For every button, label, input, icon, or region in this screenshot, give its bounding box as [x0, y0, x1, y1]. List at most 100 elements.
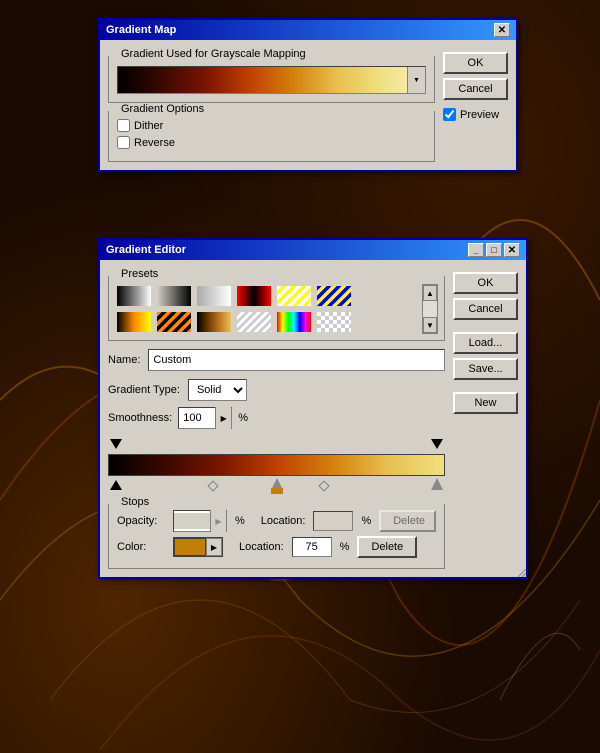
title-bar-buttons: ✕	[494, 23, 510, 37]
preset-item[interactable]	[235, 284, 273, 308]
name-label: Name:	[108, 354, 140, 366]
opacity-input	[174, 513, 210, 529]
gradient-editor-dialog: Gradient Editor _ □ ✕ Presets	[98, 238, 528, 579]
maximize-icon: □	[491, 245, 496, 255]
preset-item[interactable]	[115, 284, 153, 308]
gradient-map-title: Gradient Map	[106, 24, 176, 36]
color-stop-mid-swatch	[271, 488, 283, 494]
gradient-editor-title: Gradient Editor	[106, 244, 186, 256]
opacity-location-input	[313, 511, 353, 531]
color-location-percent: %	[340, 541, 350, 553]
gradient-dropdown-btn[interactable]: ▼	[407, 67, 425, 93]
color-swatch-box: ▶	[173, 537, 223, 557]
smoothness-label: Smoothness:	[108, 412, 172, 424]
gradient-options-label: Gradient Options	[117, 103, 208, 115]
opacity-input-box: ▶	[173, 510, 227, 532]
opacity-percent: %	[235, 515, 245, 527]
preview-label: Preview	[460, 109, 499, 121]
preset-item[interactable]	[315, 284, 353, 308]
editor-ok-button[interactable]: OK	[453, 272, 518, 294]
editor-title-buttons: _ □ ✕	[468, 243, 520, 257]
color-delete-button[interactable]: Delete	[357, 536, 417, 558]
color-location-input[interactable]	[292, 537, 332, 557]
gradient-options-group: Gradient Options Dither Reverse	[108, 111, 435, 162]
gradient-used-label: Gradient Used for Grayscale Mapping	[117, 48, 310, 60]
smoothness-row: Smoothness: ▶ %	[108, 407, 445, 429]
presets-grid	[115, 284, 420, 334]
color-stops-bar	[108, 476, 445, 496]
gradient-editor-title-bar: Gradient Editor _ □ ✕	[100, 240, 526, 260]
color-stop-black[interactable]	[110, 480, 122, 490]
resize-icon	[514, 565, 526, 577]
minimize-icon: _	[473, 245, 478, 255]
smoothness-input-box: ▶	[178, 407, 232, 429]
gradient-type-label: Gradient Type:	[108, 384, 180, 396]
color-swatch[interactable]	[174, 538, 206, 556]
scroll-track	[423, 301, 437, 317]
editor-save-button[interactable]: Save...	[453, 358, 518, 380]
close-icon: ✕	[498, 25, 506, 36]
scroll-down-button[interactable]: ▼	[423, 317, 437, 333]
color-stop-right[interactable]	[431, 478, 443, 490]
opacity-spin-btn: ▶	[210, 510, 226, 532]
preset-item[interactable]	[155, 284, 193, 308]
midpoint-marker-1[interactable]	[207, 480, 218, 491]
opacity-location-percent: %	[361, 515, 371, 527]
smoothness-percent: %	[238, 412, 248, 424]
opacity-stop-left[interactable]	[110, 439, 122, 449]
preset-item[interactable]	[195, 284, 233, 308]
presets-label: Presets	[117, 268, 162, 280]
preset-item[interactable]	[195, 310, 233, 334]
editor-close-icon: ✕	[508, 245, 516, 256]
opacity-label: Opacity:	[117, 515, 165, 527]
preview-checkbox[interactable]	[443, 108, 456, 121]
smoothness-input[interactable]	[179, 410, 215, 426]
dropdown-arrow-icon: ▼	[413, 77, 420, 84]
preset-item[interactable]	[115, 310, 153, 334]
minimize-button[interactable]: _	[468, 243, 484, 257]
new-button[interactable]: New	[453, 392, 518, 414]
name-input[interactable]	[148, 349, 445, 371]
opacity-delete-button: Delete	[379, 510, 436, 532]
gradient-type-select[interactable]: Solid Noise	[188, 379, 247, 401]
dither-checkbox[interactable]	[117, 119, 130, 132]
gradient-map-dialog: Gradient Map ✕ Gradient Used for Graysca…	[98, 18, 518, 172]
preset-item[interactable]	[235, 310, 273, 334]
preset-item[interactable]	[275, 310, 313, 334]
ok-button[interactable]: OK	[443, 52, 508, 74]
opacity-row: Opacity: ▶ % Location: % Delete	[117, 510, 436, 532]
gradient-preview[interactable]: ▼	[117, 66, 426, 94]
midpoint-marker-2[interactable]	[319, 480, 330, 491]
gradient-main-bar[interactable]	[108, 454, 445, 476]
reverse-row: Reverse	[117, 136, 426, 149]
maximize-button[interactable]: □	[486, 243, 502, 257]
editor-load-button[interactable]: Load...	[453, 332, 518, 354]
cancel-button[interactable]: Cancel	[443, 78, 508, 100]
close-button[interactable]: ✕	[494, 23, 510, 37]
stops-group: Stops Opacity: ▶ % Location: % Delete	[108, 504, 445, 569]
color-arrow-btn[interactable]: ▶	[206, 538, 222, 556]
preset-item[interactable]	[315, 310, 353, 334]
gradient-used-group: Gradient Used for Grayscale Mapping ▼	[108, 56, 435, 103]
dither-label: Dither	[134, 120, 163, 132]
stops-label: Stops	[117, 496, 153, 508]
resize-corner[interactable]	[514, 565, 526, 577]
reverse-checkbox[interactable]	[117, 136, 130, 149]
preset-item[interactable]	[275, 284, 313, 308]
gradient-map-title-bar: Gradient Map ✕	[100, 20, 516, 40]
gradient-bar-area	[108, 437, 445, 496]
presets-group: Presets	[108, 276, 445, 341]
preset-item[interactable]	[155, 310, 193, 334]
editor-cancel-button[interactable]: Cancel	[453, 298, 518, 320]
color-label: Color:	[117, 541, 165, 553]
color-row: Color: ▶ Location: % Delete	[117, 536, 436, 558]
name-row: Name:	[108, 349, 445, 371]
editor-close-button[interactable]: ✕	[504, 243, 520, 257]
scroll-up-button[interactable]: ▲	[423, 285, 437, 301]
dither-row: Dither	[117, 119, 426, 132]
opacity-stop-right[interactable]	[431, 439, 443, 449]
color-location-label: Location:	[239, 541, 284, 553]
opacity-location-label: Location:	[261, 515, 306, 527]
opacity-stops-bar	[108, 437, 445, 453]
smoothness-spin-btn[interactable]: ▶	[215, 407, 231, 429]
